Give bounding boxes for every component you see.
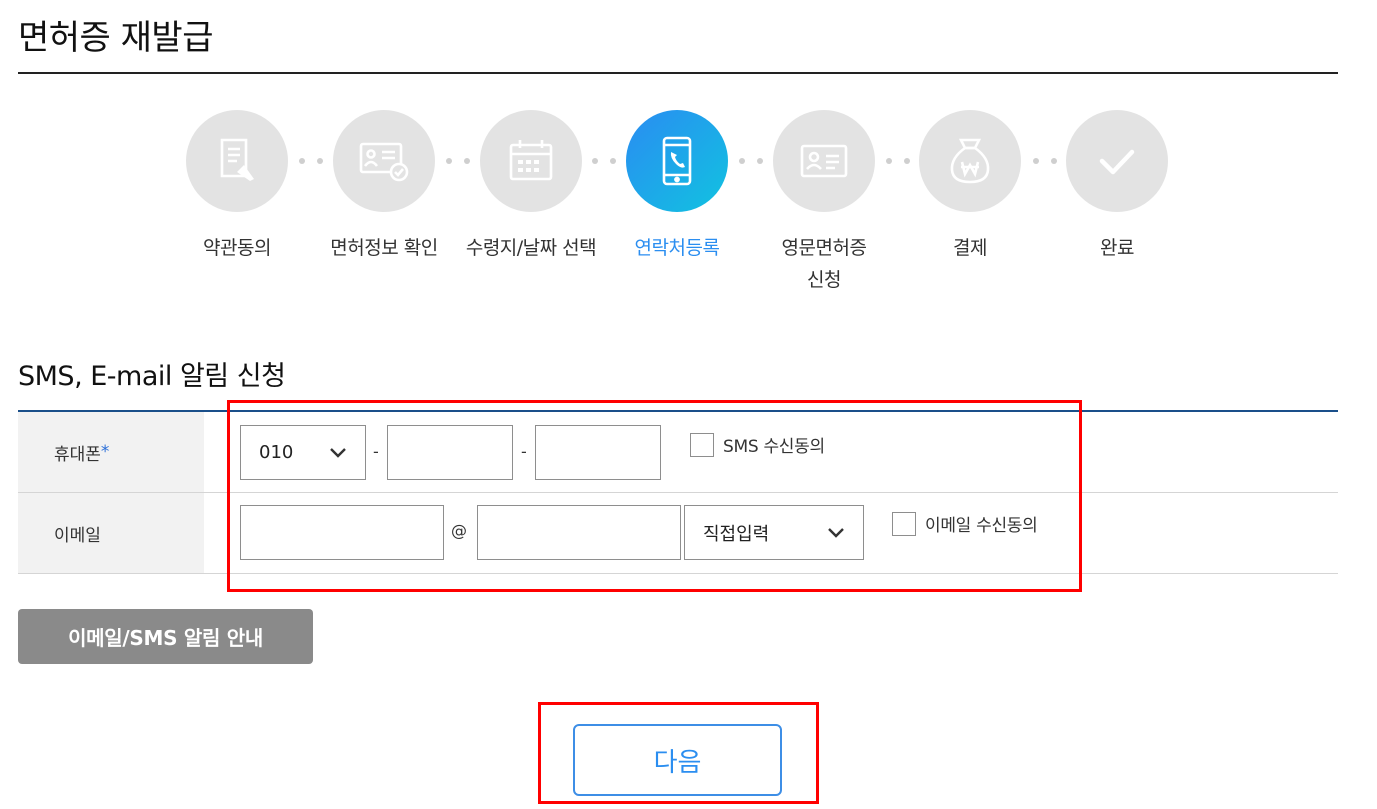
won-bag-icon bbox=[950, 138, 990, 184]
check-icon bbox=[1099, 149, 1135, 175]
email-label: 이메일 bbox=[18, 493, 204, 573]
step-progress: 약관동의 면허정보 확인 수령지/날짜 선택 연락처등록 영문면허증 신청 결제… bbox=[0, 110, 1377, 310]
required-mark: * bbox=[100, 442, 110, 462]
step-terms: 약관동의 bbox=[162, 110, 312, 264]
step-label: 연락처등록 bbox=[634, 237, 720, 259]
license-check-icon bbox=[359, 142, 409, 182]
phone-icon bbox=[662, 136, 692, 186]
step-english-license: 영문면허증 신청 bbox=[749, 110, 899, 296]
step-label: 면허정보 확인 bbox=[330, 237, 438, 259]
phone-label-text: 휴대폰 bbox=[54, 444, 101, 465]
phone-label: 휴대폰 * bbox=[18, 412, 204, 492]
next-button[interactable]: 다음 bbox=[573, 724, 782, 796]
id-card-icon bbox=[800, 144, 848, 178]
step-complete: 완료 bbox=[1042, 110, 1192, 264]
step-circle bbox=[333, 110, 435, 212]
step-circle bbox=[773, 110, 875, 212]
step-circle bbox=[626, 110, 728, 212]
email-sms-notice-button[interactable]: 이메일/SMS 알림 안내 bbox=[18, 609, 313, 664]
step-label: 결제 bbox=[953, 237, 987, 259]
page-title: 면허증 재발급 bbox=[18, 18, 214, 58]
calendar-icon bbox=[509, 140, 553, 181]
step-circle bbox=[186, 110, 288, 212]
step-label: 영문면허증 신청 bbox=[781, 237, 867, 291]
step-payment: 결제 bbox=[895, 110, 1045, 264]
step-license-info: 면허정보 확인 bbox=[309, 110, 459, 264]
step-label: 완료 bbox=[1100, 237, 1134, 259]
step-circle bbox=[919, 110, 1021, 212]
step-circle bbox=[1066, 110, 1168, 212]
step-pickup-date: 수령지/날짜 선택 bbox=[456, 110, 606, 264]
step-label: 약관동의 bbox=[203, 237, 271, 259]
section-title: SMS, E-mail 알림 신청 bbox=[18, 361, 286, 392]
highlight-box-form bbox=[227, 400, 1082, 592]
step-label: 수령지/날짜 선택 bbox=[465, 237, 597, 259]
step-contact: 연락처등록 bbox=[602, 110, 752, 264]
document-sign-icon bbox=[220, 138, 254, 181]
title-divider bbox=[18, 72, 1338, 74]
step-circle bbox=[480, 110, 582, 212]
